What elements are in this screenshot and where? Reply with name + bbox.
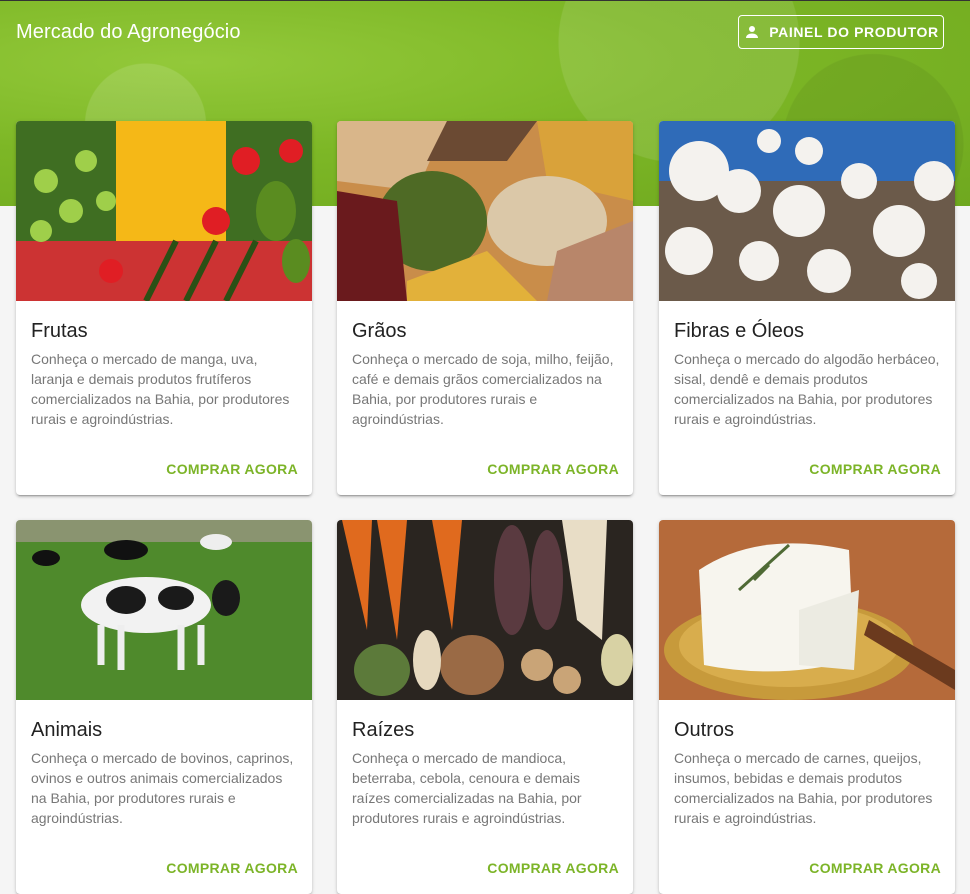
app-title: Mercado do Agronegócio [16, 21, 241, 43]
card-title: Fibras e Óleos [674, 320, 805, 342]
fruits-image [16, 121, 312, 301]
buy-now-button[interactable]: COMPRAR AGORA [487, 860, 619, 876]
card-description: Conheça o mercado de mandioca, beterraba… [352, 750, 582, 826]
buy-now-button[interactable]: COMPRAR AGORA [166, 461, 298, 477]
card-title: Raízes [352, 719, 415, 741]
cheese-image [659, 520, 955, 700]
card-fibras-oleos: Fibras e Óleos Conheça o mercado do algo… [659, 121, 955, 495]
card-description: Conheça o mercado de soja, milho, feijão… [352, 351, 614, 427]
buy-now-button[interactable]: COMPRAR AGORA [809, 461, 941, 477]
card-title: Grãos [352, 320, 407, 342]
card-description: Conheça o mercado de bovinos, caprinos, … [31, 750, 294, 826]
person-icon [746, 26, 759, 38]
cows-image [16, 520, 312, 700]
card-description: Conheça o mercado de carnes, queijos, in… [674, 750, 933, 826]
card-description: Conheça o mercado de manga, uva, laranja… [31, 351, 290, 427]
card-raizes: Raízes Conheça o mercado de mandioca, be… [337, 520, 633, 894]
card-outros: Outros Conheça o mercado de carnes, quei… [659, 520, 955, 894]
card-graos: Grãos Conheça o mercado de soja, milho, … [337, 121, 633, 495]
card-description: Conheça o mercado do algodão herbáceo, s… [674, 351, 940, 427]
producer-panel-label: PAINEL DO PRODUTOR [769, 24, 939, 40]
card-title: Outros [674, 719, 735, 741]
producer-panel-button[interactable]: PAINEL DO PRODUTOR [738, 15, 944, 49]
grains-image [337, 121, 633, 301]
buy-now-button[interactable]: COMPRAR AGORA [487, 461, 619, 477]
cotton-image [659, 121, 955, 301]
card-animais: Animais Conheça o mercado de bovinos, ca… [16, 520, 312, 894]
card-title: Frutas [31, 320, 88, 342]
card-title: Animais [31, 719, 103, 741]
roots-image [337, 520, 633, 700]
card-frutas: Frutas Conheça o mercado de manga, uva, … [16, 121, 312, 495]
buy-now-button[interactable]: COMPRAR AGORA [166, 860, 298, 876]
buy-now-button[interactable]: COMPRAR AGORA [809, 860, 941, 876]
